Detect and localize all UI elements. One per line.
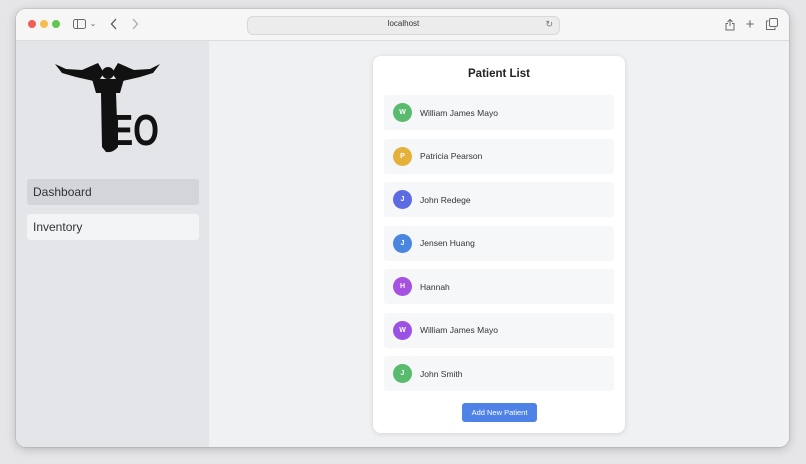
avatar: W [393,103,412,122]
avatar: J [393,364,412,383]
reload-icon[interactable]: ↻ [545,19,553,30]
avatar: P [393,146,412,166]
patient-list: W William James Mayo P Patricia Pearson J Joh… [384,95,614,400]
patient-row[interactable]: H Hannah [384,269,614,304]
patient-row[interactable]: W William James Mayo [384,312,614,348]
browser-window: ⌄ localhost ↻ + EO Dashboard Inventory P… [16,9,789,447]
patient-row[interactable]: P Patricia Pearson [384,138,614,174]
sidebar-item-dashboard[interactable]: Dashboard [27,179,199,205]
keo-logo-icon: EO [55,63,160,154]
add-new-patient-button[interactable]: Add New Patient [462,403,537,422]
page-title: Patient List [468,68,530,80]
new-tab-icon[interactable]: + [743,14,757,34]
close-window-button[interactable] [28,20,36,28]
browser-toolbar: ⌄ localhost ↻ + [16,9,789,41]
minimize-window-button[interactable] [40,20,48,28]
avatar: J [393,233,412,253]
patient-list-card: Patient List W William James Mayo P Patrici… [373,56,625,433]
patient-row[interactable]: J John Smith [384,356,614,391]
chevron-down-icon[interactable]: ⌄ [89,14,97,34]
patient-name: John Redege [420,194,471,205]
avatar: J [393,190,412,209]
patient-row[interactable]: J Jensen Huang [384,225,614,261]
patient-row[interactable]: J John Redege [384,182,614,217]
patient-name: John Smith [420,368,463,379]
patient-row[interactable]: W William James Mayo [384,95,614,130]
svg-text:EO: EO [111,106,159,154]
patient-name: William James Mayo [420,107,498,118]
patient-name: Patricia Pearson [420,151,483,161]
patient-name: Jensen Huang [420,238,475,248]
sidebar-toggle-icon[interactable] [71,14,87,34]
url-text: localhost [387,19,420,28]
patient-name: William James Mayo [420,325,498,335]
share-icon[interactable] [723,14,737,34]
sidebar: EO Dashboard Inventory [16,41,209,447]
avatar: H [393,277,412,296]
main-content: Patient List W William James Mayo P Patrici… [209,41,789,447]
patient-name: Hannah [420,281,450,292]
zoom-window-button[interactable] [52,20,60,28]
avatar: W [393,320,412,340]
sidebar-item-inventory[interactable]: Inventory [27,214,199,240]
forward-arrow-icon[interactable] [129,14,141,34]
tab-overview-icon[interactable] [765,14,779,34]
address-bar[interactable]: localhost ↻ [247,16,560,35]
back-arrow-icon[interactable] [108,14,120,34]
